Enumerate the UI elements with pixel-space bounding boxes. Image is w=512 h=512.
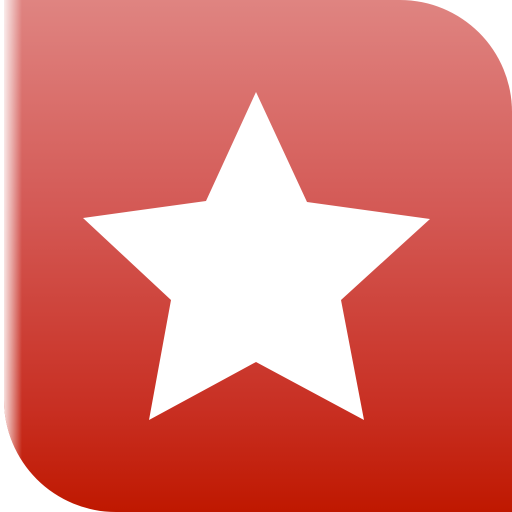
app-icon <box>0 0 512 512</box>
star-icon <box>83 92 430 420</box>
star-shape <box>83 92 430 420</box>
